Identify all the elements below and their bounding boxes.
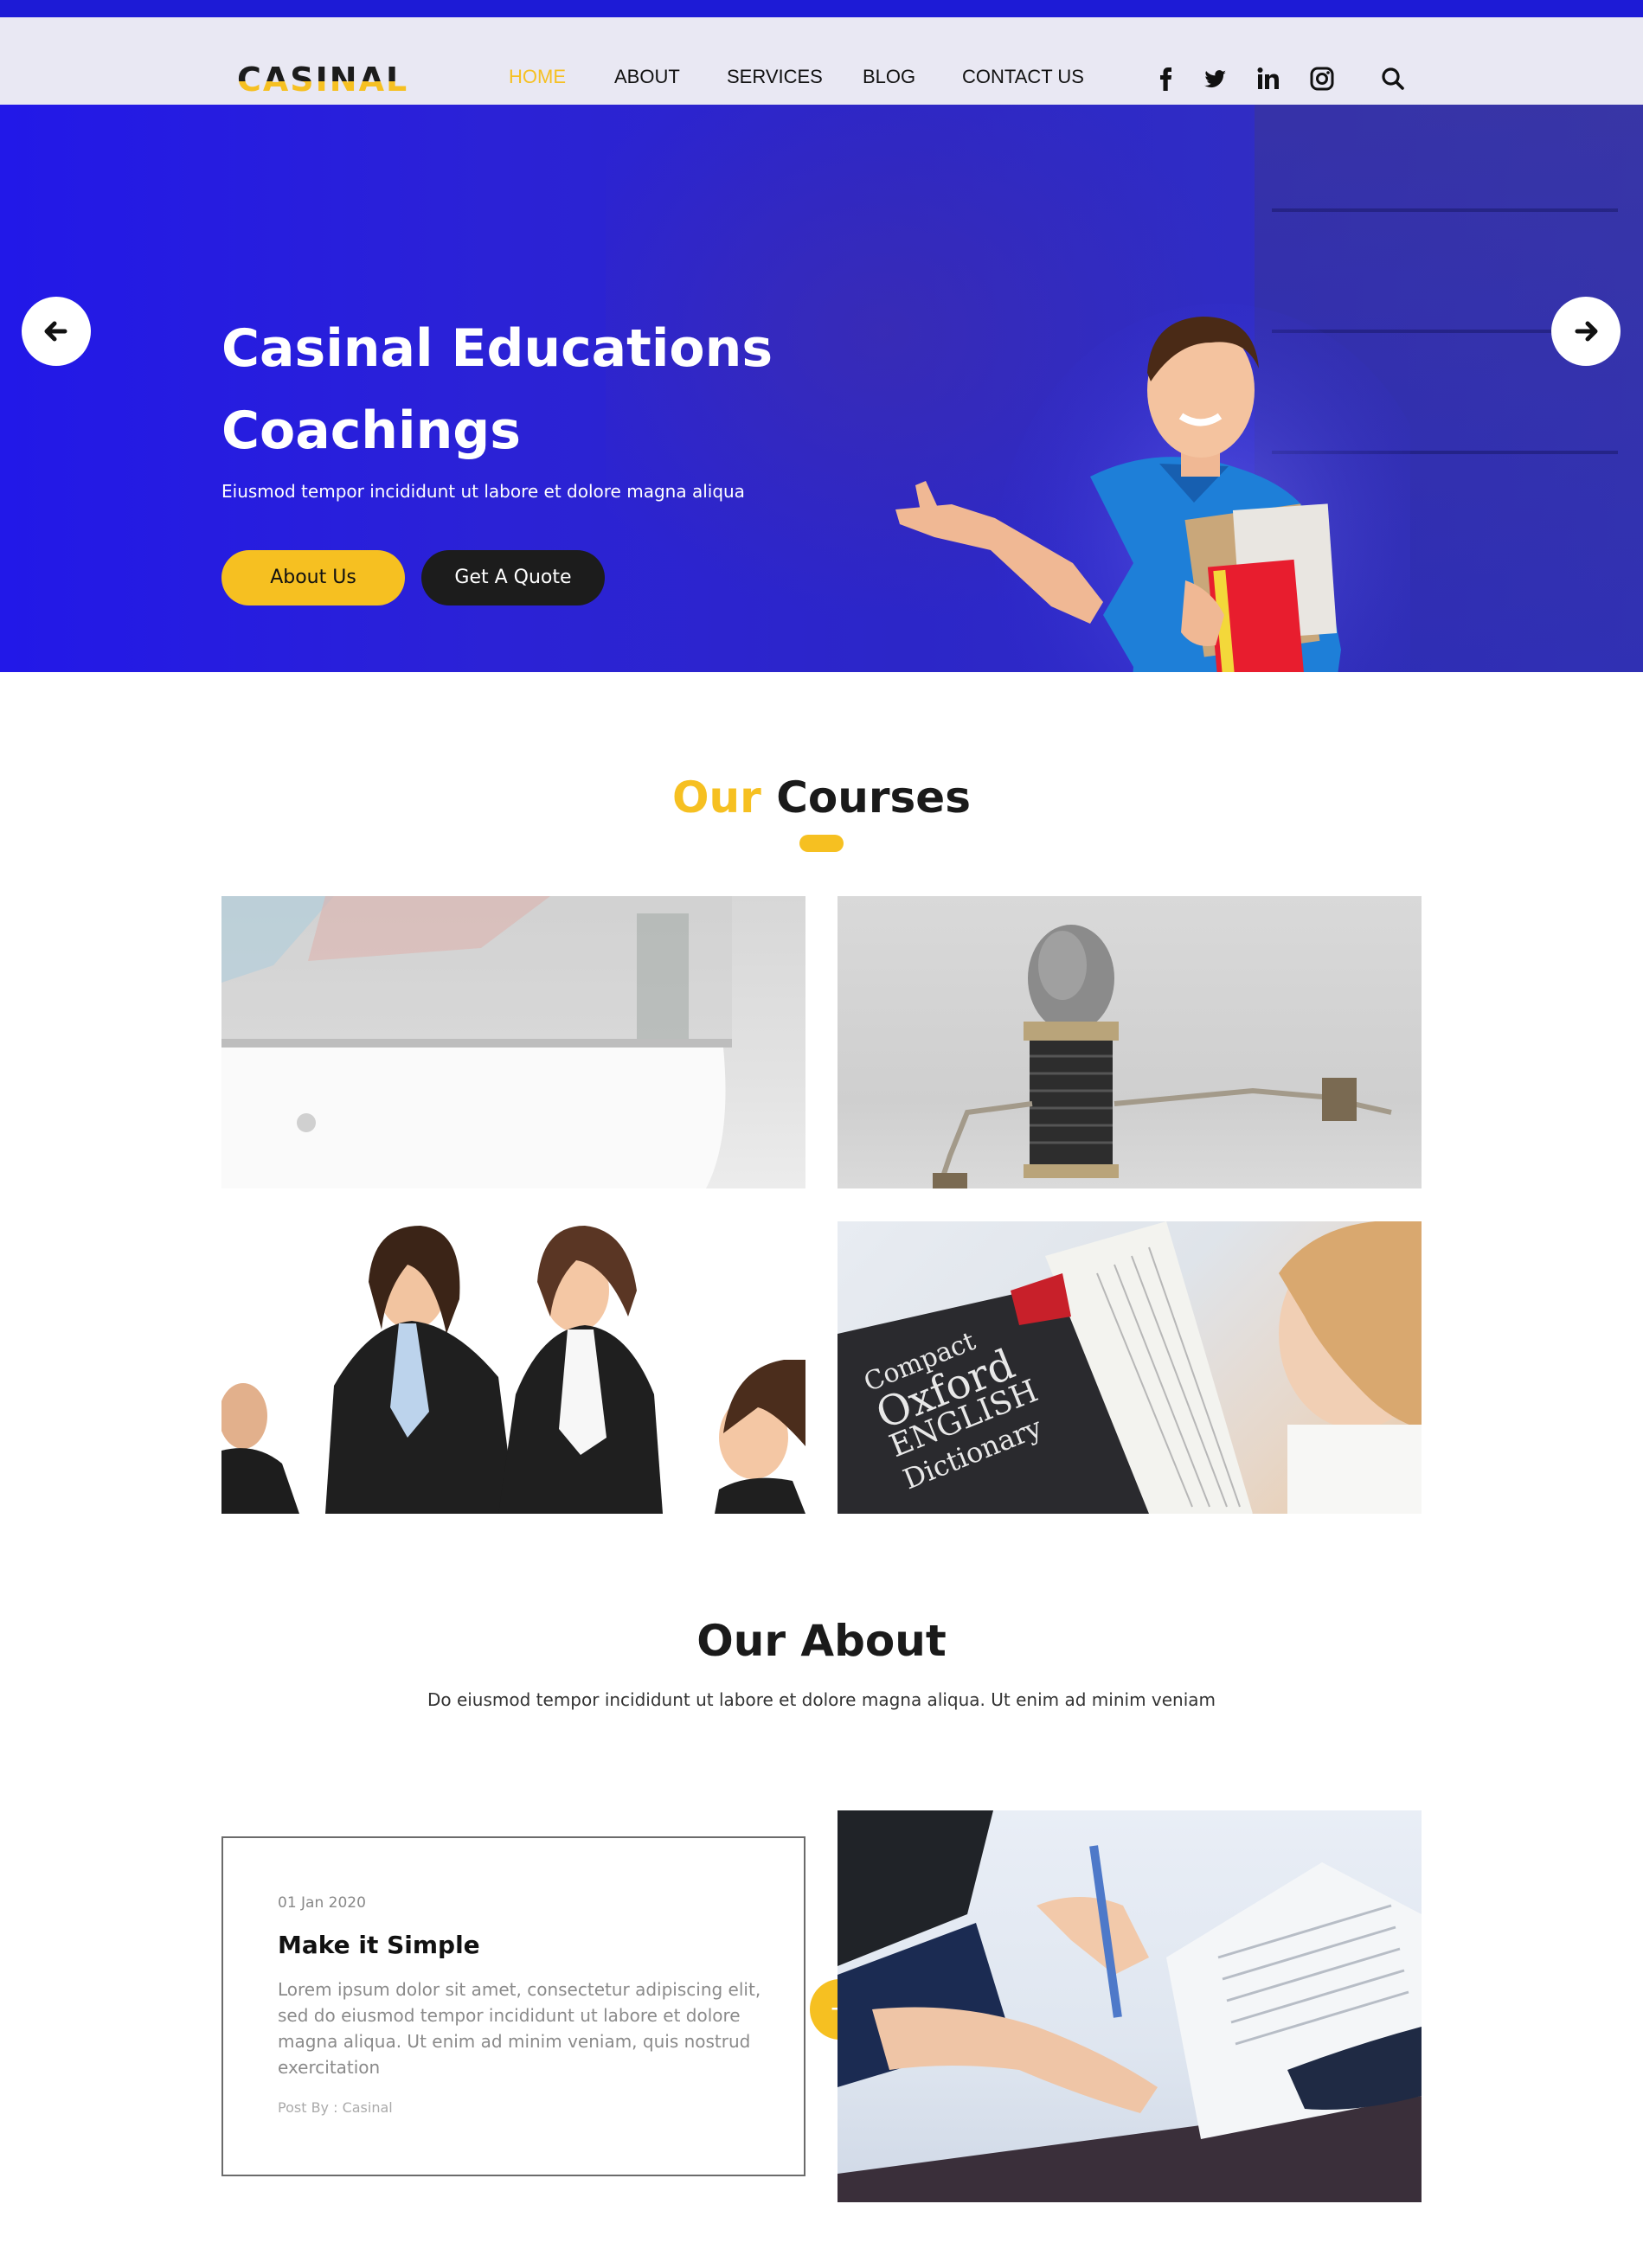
about-subtitle: Do eiusmod tempor incididunt ut labore e… xyxy=(427,1689,1216,1710)
arrow-right-icon xyxy=(1575,321,1598,342)
courses-title-accent: Our xyxy=(672,772,761,823)
top-accent-bar xyxy=(0,0,1643,17)
nav-blog[interactable]: BLOG xyxy=(863,66,915,88)
site-logo[interactable]: CASINAL xyxy=(237,61,408,99)
nav-home[interactable]: HOME xyxy=(509,66,566,88)
student-illustration xyxy=(895,304,1410,672)
twitter-icon[interactable] xyxy=(1201,65,1229,96)
title-underline xyxy=(799,835,844,852)
nav-contact[interactable]: CONTACT US xyxy=(962,66,1084,88)
facebook-icon[interactable] xyxy=(1152,65,1180,96)
get-quote-button[interactable]: Get A Quote xyxy=(421,550,605,605)
hero-title-line1: Casinal Educations xyxy=(221,318,773,379)
slider-prev-button[interactable] xyxy=(22,297,91,366)
slider-next-button[interactable] xyxy=(1551,297,1621,366)
hero-banner: Casinal Educations Coachings Eiusmod tem… xyxy=(0,105,1643,672)
linkedin-icon[interactable] xyxy=(1255,65,1282,96)
about-us-button[interactable]: About Us xyxy=(221,550,405,605)
course-card-robotics[interactable] xyxy=(838,896,1422,1188)
arrow-left-icon xyxy=(44,321,67,342)
course-card-computer[interactable] xyxy=(221,896,805,1188)
nav-about[interactable]: ABOUT xyxy=(614,66,680,88)
courses-title-rest: Courses xyxy=(776,772,971,823)
business-women-image xyxy=(221,1226,805,1514)
shelf-line xyxy=(1272,208,1618,212)
search-icon[interactable] xyxy=(1379,65,1407,96)
hero-title: Casinal Educations Coachings xyxy=(221,308,914,472)
post-author: Post By : Casinal xyxy=(278,2099,393,2116)
nav-services[interactable]: SERVICES xyxy=(727,66,823,88)
courses-section-title: Our Courses xyxy=(0,772,1643,823)
post-date: 01 Jan 2020 xyxy=(278,1894,366,1912)
hero-title-line2: Coachings xyxy=(221,400,521,461)
post-excerpt: Lorem ipsum dolor sit amet, consectetur … xyxy=(278,1979,761,2078)
post-title[interactable]: Make it Simple xyxy=(278,1931,480,1959)
monitor-image xyxy=(221,896,732,1188)
document-signing-image xyxy=(838,1810,1422,2202)
instagram-icon[interactable] xyxy=(1308,65,1336,96)
robot-image xyxy=(933,925,1392,1188)
course-card-language[interactable]: Compact Oxford ENGLISH Dictionary xyxy=(838,1221,1422,1514)
post-image xyxy=(838,1810,1422,2202)
about-section-title: Our About xyxy=(696,1616,947,1666)
hero-subtitle: Eiusmod tempor incididunt ut labore et d… xyxy=(221,481,745,502)
course-card-business[interactable] xyxy=(221,1221,805,1514)
blog-post-card: 01 Jan 2020 Make it Simple Lorem ipsum d… xyxy=(221,1836,805,2176)
site-header: CASINAL HOME ABOUT SERVICES BLOG CONTACT… xyxy=(0,17,1643,105)
